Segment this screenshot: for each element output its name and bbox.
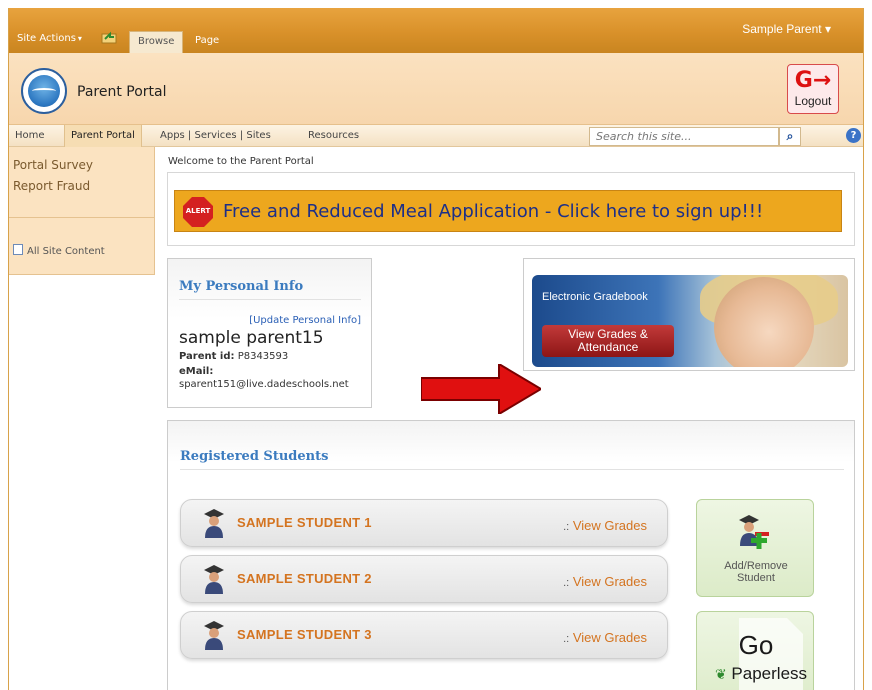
navigate-up-icon[interactable] <box>101 30 117 44</box>
logout-icon: G→ <box>794 68 832 93</box>
school-logo[interactable] <box>21 68 67 114</box>
registered-students-title: Registered Students <box>180 449 329 464</box>
add-remove-label: Add/Remove Student <box>697 560 815 584</box>
student-name[interactable]: SAMPLE STUDENT 3 <box>237 627 372 642</box>
tab-browse-label: Browse <box>138 36 175 47</box>
alert-icon: ALERT <box>183 197 213 227</box>
all-site-content-label: All Site Content <box>27 246 105 257</box>
tab-page[interactable]: Page <box>187 31 227 53</box>
red-arrow <box>421 364 541 414</box>
student-name[interactable]: SAMPLE STUDENT 1 <box>237 515 372 530</box>
search-icon[interactable]: ⌕ <box>779 127 801 146</box>
left-navigation: Portal Survey Report Fraud All Site Cont… <box>9 147 155 275</box>
tab-browse[interactable]: Browse <box>129 31 184 53</box>
add-remove-line2: Student <box>737 572 775 584</box>
email-label: eMail: <box>179 366 214 377</box>
chevron-down-icon: ▾ <box>824 22 831 36</box>
panel-divider <box>180 469 844 470</box>
add-student-icon <box>739 515 769 549</box>
parent-id-label: Parent id: <box>179 351 235 362</box>
left-nav-portal-survey[interactable]: Portal Survey <box>13 158 93 172</box>
view-grades-line2: Attendance <box>577 340 639 354</box>
view-grades-label: View Grades <box>572 574 647 589</box>
parent-id-value: P8343593 <box>237 351 289 362</box>
view-grades-link[interactable]: .: View Grades <box>563 574 647 589</box>
top-navigation: Home Parent Portal Apps | Services | Sit… <box>9 125 863 147</box>
user-menu[interactable]: Sample Parent ▾ <box>742 22 831 36</box>
link-prefix: .: <box>563 521 570 533</box>
site-header: Parent Portal G→ Logout <box>9 53 863 125</box>
registered-students-panel: Registered Students SAMPLE STUDENT 1 .: … <box>167 420 855 690</box>
student-row[interactable]: SAMPLE STUDENT 3 .: View Grades <box>180 611 668 659</box>
gradebook-panel: Electronic Gradebook View Grades & Atten… <box>523 258 855 371</box>
ribbon: Site Actions ▾ Browse Page Sample Parent … <box>9 8 863 53</box>
view-grades-link[interactable]: .: View Grades <box>563 630 647 645</box>
all-site-content-link[interactable]: All Site Content <box>13 244 105 257</box>
logout-label: Logout <box>794 94 832 108</box>
update-personal-info-link[interactable]: [Update Personal Info] <box>249 315 361 326</box>
view-grades-link[interactable]: .: View Grades <box>563 518 647 533</box>
browser-frame: Site Actions ▾ Browse Page Sample Parent … <box>8 8 864 690</box>
gradebook-title: Electronic Gradebook <box>542 291 648 303</box>
chevron-down-icon: ▾ <box>77 34 82 43</box>
student-row[interactable]: SAMPLE STUDENT 1 .: View Grades <box>180 499 668 547</box>
view-grades-label: View Grades <box>572 518 647 533</box>
logout-button[interactable]: G→ Logout <box>787 64 839 114</box>
paperless-label: Paperless <box>731 664 808 683</box>
search-input[interactable]: Search this site... <box>589 127 779 146</box>
site-actions-menu[interactable]: Site Actions ▾ <box>17 33 82 44</box>
site-actions-label: Site Actions <box>17 33 76 44</box>
view-grades-label: View Grades <box>572 630 647 645</box>
document-icon <box>13 244 23 255</box>
graduate-icon <box>204 509 224 538</box>
left-nav-divider <box>9 217 155 218</box>
parent-id-line: Parent id: P8343593 <box>179 351 288 362</box>
nav-parent-portal[interactable]: Parent Portal <box>64 125 142 147</box>
personal-info-card: My Personal Info [Update Personal Info] … <box>167 258 372 408</box>
graduate-icon <box>204 621 224 650</box>
tab-page-label: Page <box>195 35 220 46</box>
view-grades-attendance-button[interactable]: View Grades & Attendance <box>542 325 674 357</box>
nav-home[interactable]: Home <box>9 125 51 147</box>
personal-info-title: My Personal Info <box>179 279 304 294</box>
add-remove-line1: Add/Remove <box>724 560 788 572</box>
go-paperless-button[interactable]: Go ❦ Paperless <box>696 611 814 690</box>
nav-resources[interactable]: Resources <box>302 125 365 147</box>
left-nav-report-fraud[interactable]: Report Fraud <box>13 179 90 193</box>
link-prefix: .: <box>563 633 570 645</box>
electronic-gradebook-banner[interactable]: Electronic Gradebook View Grades & Atten… <box>532 275 848 367</box>
email-value: sparent151@live.dadeschools.net <box>179 379 349 390</box>
go-label: Go <box>738 630 774 660</box>
meal-banner-text: Free and Reduced Meal Application - Clic… <box>223 201 764 222</box>
card-divider <box>179 299 361 300</box>
student-photo <box>714 277 814 367</box>
help-icon[interactable]: ? <box>846 128 861 143</box>
welcome-text: Welcome to the Parent Portal <box>168 156 314 167</box>
alert-badge-text: ALERT <box>185 207 211 215</box>
link-prefix: .: <box>563 577 570 589</box>
paperless-line: ❦ Paperless <box>707 664 815 684</box>
graduate-icon <box>204 565 224 594</box>
parent-name: sample parent15 <box>179 328 324 348</box>
student-row[interactable]: SAMPLE STUDENT 2 .: View Grades <box>180 555 668 603</box>
meal-application-banner[interactable]: ALERT Free and Reduced Meal Application … <box>174 190 842 232</box>
add-remove-student-button[interactable]: Add/Remove Student <box>696 499 814 597</box>
user-name: Sample Parent <box>742 22 822 36</box>
banner-panel: ALERT Free and Reduced Meal Application … <box>167 172 855 246</box>
leaf-icon: ❦ <box>714 666 727 682</box>
nav-apps-services-sites[interactable]: Apps | Services | Sites <box>154 125 277 147</box>
logo-wave <box>32 88 56 94</box>
student-name[interactable]: SAMPLE STUDENT 2 <box>237 571 372 586</box>
site-title[interactable]: Parent Portal <box>77 84 167 100</box>
